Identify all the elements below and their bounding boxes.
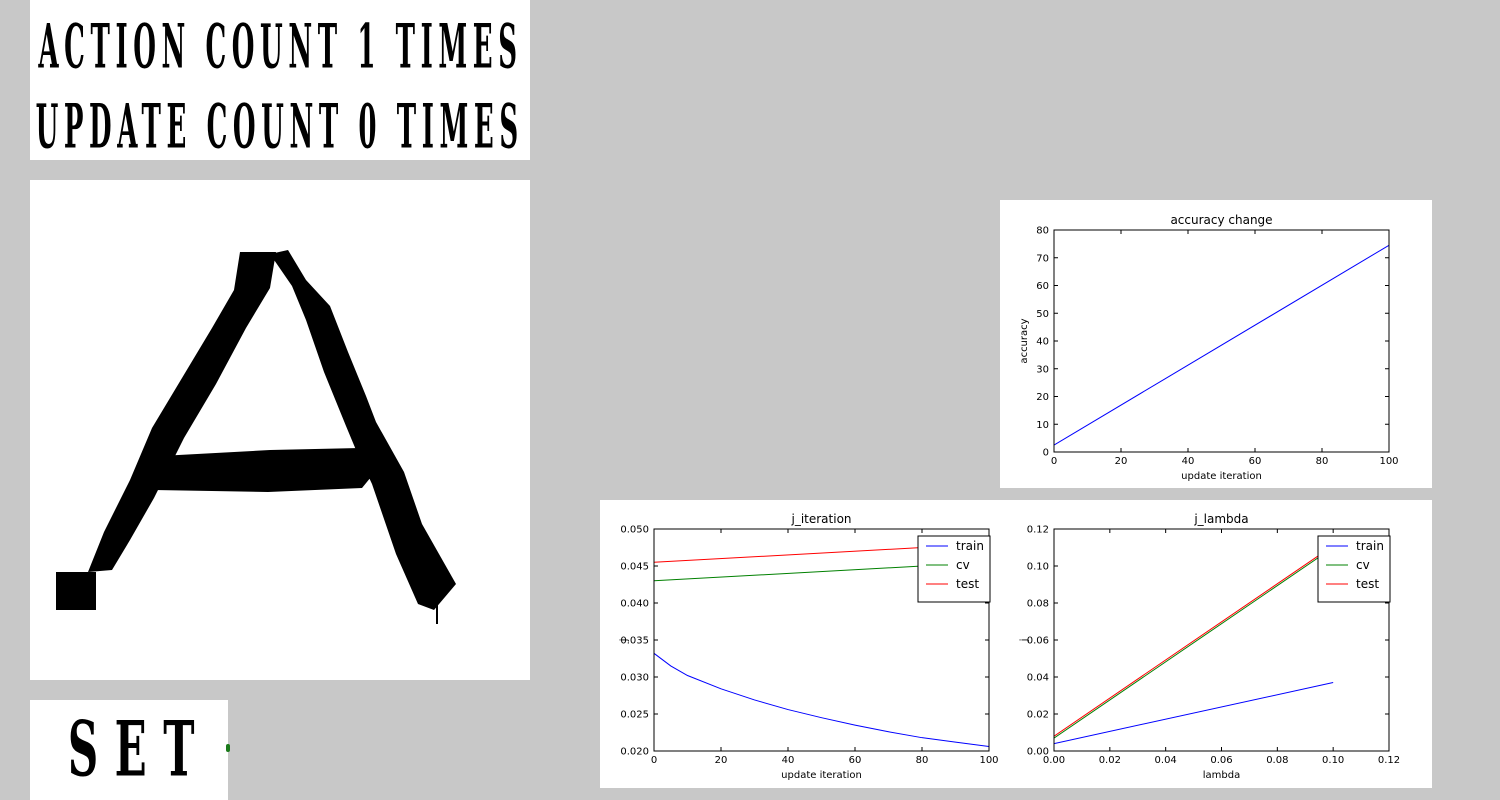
x-tick-label: 0.04 <box>1155 755 1177 766</box>
j-iteration-chart: 0 20 40 60 80 1000.0200.0250.0300.0350.0400.0… <box>619 512 999 781</box>
x-tick-label: 0.10 <box>1322 755 1344 766</box>
series-line-train <box>654 652 989 748</box>
legend-label-train: train <box>1356 539 1384 553</box>
axes-frame <box>1053 229 1390 453</box>
y-tick-label: 50 <box>1036 309 1049 320</box>
j-lambda-chart: 0.00 0.02 0.04 0.06 0.08 0.10 0.120.000.020.04… <box>1019 512 1400 781</box>
x-axis-label: update iteration <box>1181 471 1262 482</box>
x-tick-label: 0.02 <box>1099 755 1121 766</box>
action-count-text: ACTION COUNT 1 TIMES <box>37 10 523 82</box>
y-tick-label: 0.040 <box>620 599 649 610</box>
y-tick-label: 10 <box>1036 420 1049 431</box>
y-axis-label: j <box>619 639 630 643</box>
x-tick-label: 0.06 <box>1210 755 1232 766</box>
legend-label-cv: cv <box>956 558 970 572</box>
y-tick-label: 0.020 <box>620 747 649 758</box>
legend-label-cv: cv <box>1356 558 1370 572</box>
y-tick-label: 0.050 <box>620 525 649 536</box>
legend-label-test: test <box>956 577 979 591</box>
legend-label-test: test <box>1356 577 1379 591</box>
y-tick-label: 0 <box>1043 448 1049 459</box>
y-tick-label: 0.045 <box>620 562 649 573</box>
action-count-line: ACTION COUNT 1 TIMES <box>30 6 530 86</box>
x-tick-label: 60 <box>1249 456 1262 467</box>
y-tick-label: 40 <box>1036 337 1049 348</box>
handwritten-letter-a <box>56 250 456 624</box>
x-tick-label: 20 <box>715 755 728 766</box>
y-tick-label: 0.04 <box>1027 673 1049 684</box>
x-tick-label: 0 <box>1051 456 1057 467</box>
x-axis-label: update iteration <box>781 770 862 781</box>
y-axis-label: accuracy <box>1019 318 1030 363</box>
x-tick-label: 0.12 <box>1378 755 1400 766</box>
stroke-top-tick <box>290 275 302 277</box>
y-tick-label: 60 <box>1036 281 1049 292</box>
set-button-label: SET <box>67 705 211 795</box>
set-button[interactable]: SET <box>30 700 228 800</box>
stroke-bottom-left-foot <box>56 572 96 610</box>
x-tick-label: 40 <box>782 755 795 766</box>
x-tick-label: 0 <box>651 755 657 766</box>
y-tick-label: 70 <box>1036 253 1049 264</box>
status-indicator-dot <box>226 744 230 752</box>
stroke-left-leg <box>88 252 276 572</box>
x-tick-label: 0.08 <box>1266 755 1288 766</box>
accuracy-chart: 0 20 40 60 80 100 0 10 20 30 40 50 60 70 80 accuracy ch… <box>1019 213 1399 482</box>
x-tick-label: 80 <box>1316 456 1329 467</box>
drawing-canvas[interactable] <box>30 180 530 680</box>
series-line-test <box>1054 545 1334 737</box>
y-tick-label: 0.025 <box>620 710 649 721</box>
y-tick-label: 30 <box>1036 364 1049 375</box>
x-tick-label: 40 <box>1182 456 1195 467</box>
accuracy-chart-panel: 0 20 40 60 80 100 0 10 20 30 40 50 60 70 80 accuracy ch… <box>1000 200 1432 488</box>
legend: train cv test <box>917 535 991 603</box>
y-tick-label: 0.08 <box>1027 599 1049 610</box>
x-tick-label: 20 <box>1115 456 1128 467</box>
y-tick-label: 0.02 <box>1027 710 1049 721</box>
y-axis-label: j <box>1019 639 1030 643</box>
x-tick-label: 100 <box>979 755 998 766</box>
stroke-right-leg <box>270 250 456 610</box>
y-tick-label: 80 <box>1036 226 1049 237</box>
y-tick-label: 0.10 <box>1027 562 1049 573</box>
x-tick-label: 100 <box>1379 456 1398 467</box>
y-tick-label: 0.030 <box>620 673 649 684</box>
chart-title: j_lambda <box>1193 512 1248 526</box>
x-axis-label: lambda <box>1203 770 1240 781</box>
stroke-crossbar <box>154 448 380 492</box>
legend: train cv test <box>1317 535 1391 603</box>
y-tick-label: 0.00 <box>1027 747 1049 758</box>
y-tick-label: 0.12 <box>1027 525 1049 536</box>
y-tick-label: 0.06 <box>1027 636 1049 647</box>
update-count-text: UPDATE COUNT 0 TIMES <box>35 90 525 160</box>
update-count-line: UPDATE COUNT 0 TIMES <box>30 86 530 160</box>
counter-panel: ACTION COUNT 1 TIMES UPDATE COUNT 0 TIME… <box>30 0 530 160</box>
stroke-bottom-right-tick <box>436 592 438 624</box>
chart-title: j_iteration <box>790 512 851 526</box>
series-line-cv <box>1054 547 1334 739</box>
x-tick-label: 80 <box>916 755 929 766</box>
y-tick-label: 20 <box>1036 392 1049 403</box>
j-charts-panel: 0 20 40 60 80 100 0.020 0.025 0.030 0.035 0.040 0.0… <box>600 500 1432 788</box>
series-line-train <box>1054 682 1334 745</box>
series-line-series-0 <box>1054 244 1389 446</box>
chart-title: accuracy change <box>1170 213 1272 227</box>
legend-label-train: train <box>956 539 984 553</box>
x-tick-label: 60 <box>849 755 862 766</box>
